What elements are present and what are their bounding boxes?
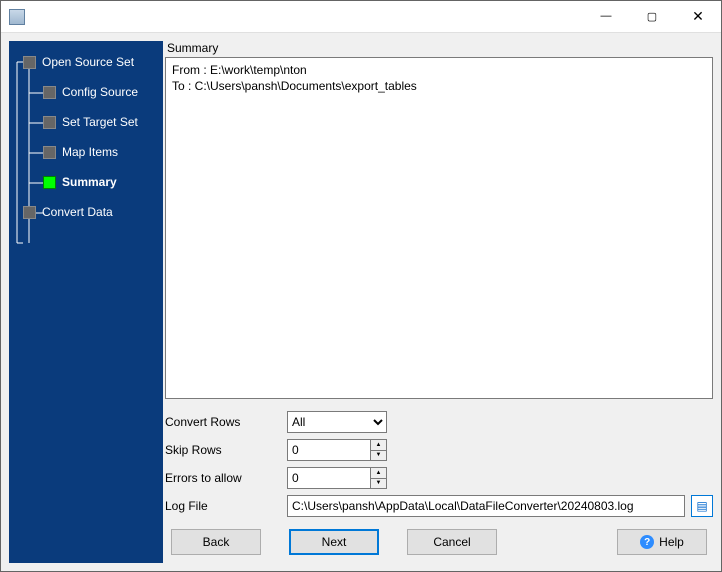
main-panel: Summary From : E:\work\temp\nton To : C:… [165,41,713,563]
skip-rows-stepper[interactable]: ▲▼ [287,439,387,461]
step-box-icon [23,56,36,69]
step-summary[interactable]: Summary [9,167,163,197]
summary-text[interactable]: From : E:\work\temp\nton To : C:\Users\p… [165,57,713,399]
app-icon [9,9,25,25]
log-file-label: Log File [165,499,287,513]
step-box-icon [43,176,56,189]
browse-log-button[interactable]: ▤ [691,495,713,517]
help-icon: ? [640,535,654,549]
step-convert-data[interactable]: Convert Data [9,197,163,227]
panel-title: Summary [167,41,713,55]
step-label: Open Source Set [42,55,134,69]
next-button[interactable]: Next [289,529,379,555]
step-open-source-set[interactable]: Open Source Set [9,47,163,77]
step-map-items[interactable]: Map Items [9,137,163,167]
skip-rows-label: Skip Rows [165,443,287,457]
errors-label: Errors to allow [165,471,287,485]
spin-up-icon[interactable]: ▲ [371,468,386,479]
wizard-nav: Back Next Cancel ? Help [165,521,713,563]
convert-rows-label: Convert Rows [165,415,287,429]
step-set-target-set[interactable]: Set Target Set [9,107,163,137]
step-box-icon [43,116,56,129]
back-button[interactable]: Back [171,529,261,555]
step-label: Summary [62,175,117,189]
spin-down-icon[interactable]: ▼ [371,451,386,461]
step-box-icon [43,86,56,99]
step-label: Config Source [62,85,138,99]
wizard-steps-sidebar: Open Source Set Config Source Set Target… [9,41,163,563]
step-box-icon [23,206,36,219]
step-label: Convert Data [42,205,113,219]
titlebar: — ▢ ✕ [1,1,721,33]
options-form: Convert Rows All Skip Rows ▲▼ Errors to … [165,409,713,521]
errors-stepper[interactable]: ▲▼ [287,467,387,489]
step-config-source[interactable]: Config Source [9,77,163,107]
spin-up-icon[interactable]: ▲ [371,440,386,451]
close-button[interactable]: ✕ [675,1,721,31]
browse-icon: ▤ [696,499,707,513]
step-label: Set Target Set [62,115,138,129]
minimize-button[interactable]: — [583,1,629,31]
spin-down-icon[interactable]: ▼ [371,479,386,489]
step-box-icon [43,146,56,159]
help-button[interactable]: ? Help [617,529,707,555]
maximize-button[interactable]: ▢ [629,1,675,31]
step-label: Map Items [62,145,118,159]
cancel-button[interactable]: Cancel [407,529,497,555]
log-file-input[interactable] [287,495,685,517]
errors-input[interactable] [288,468,370,488]
convert-rows-select[interactable]: All [287,411,387,433]
skip-rows-input[interactable] [288,440,370,460]
